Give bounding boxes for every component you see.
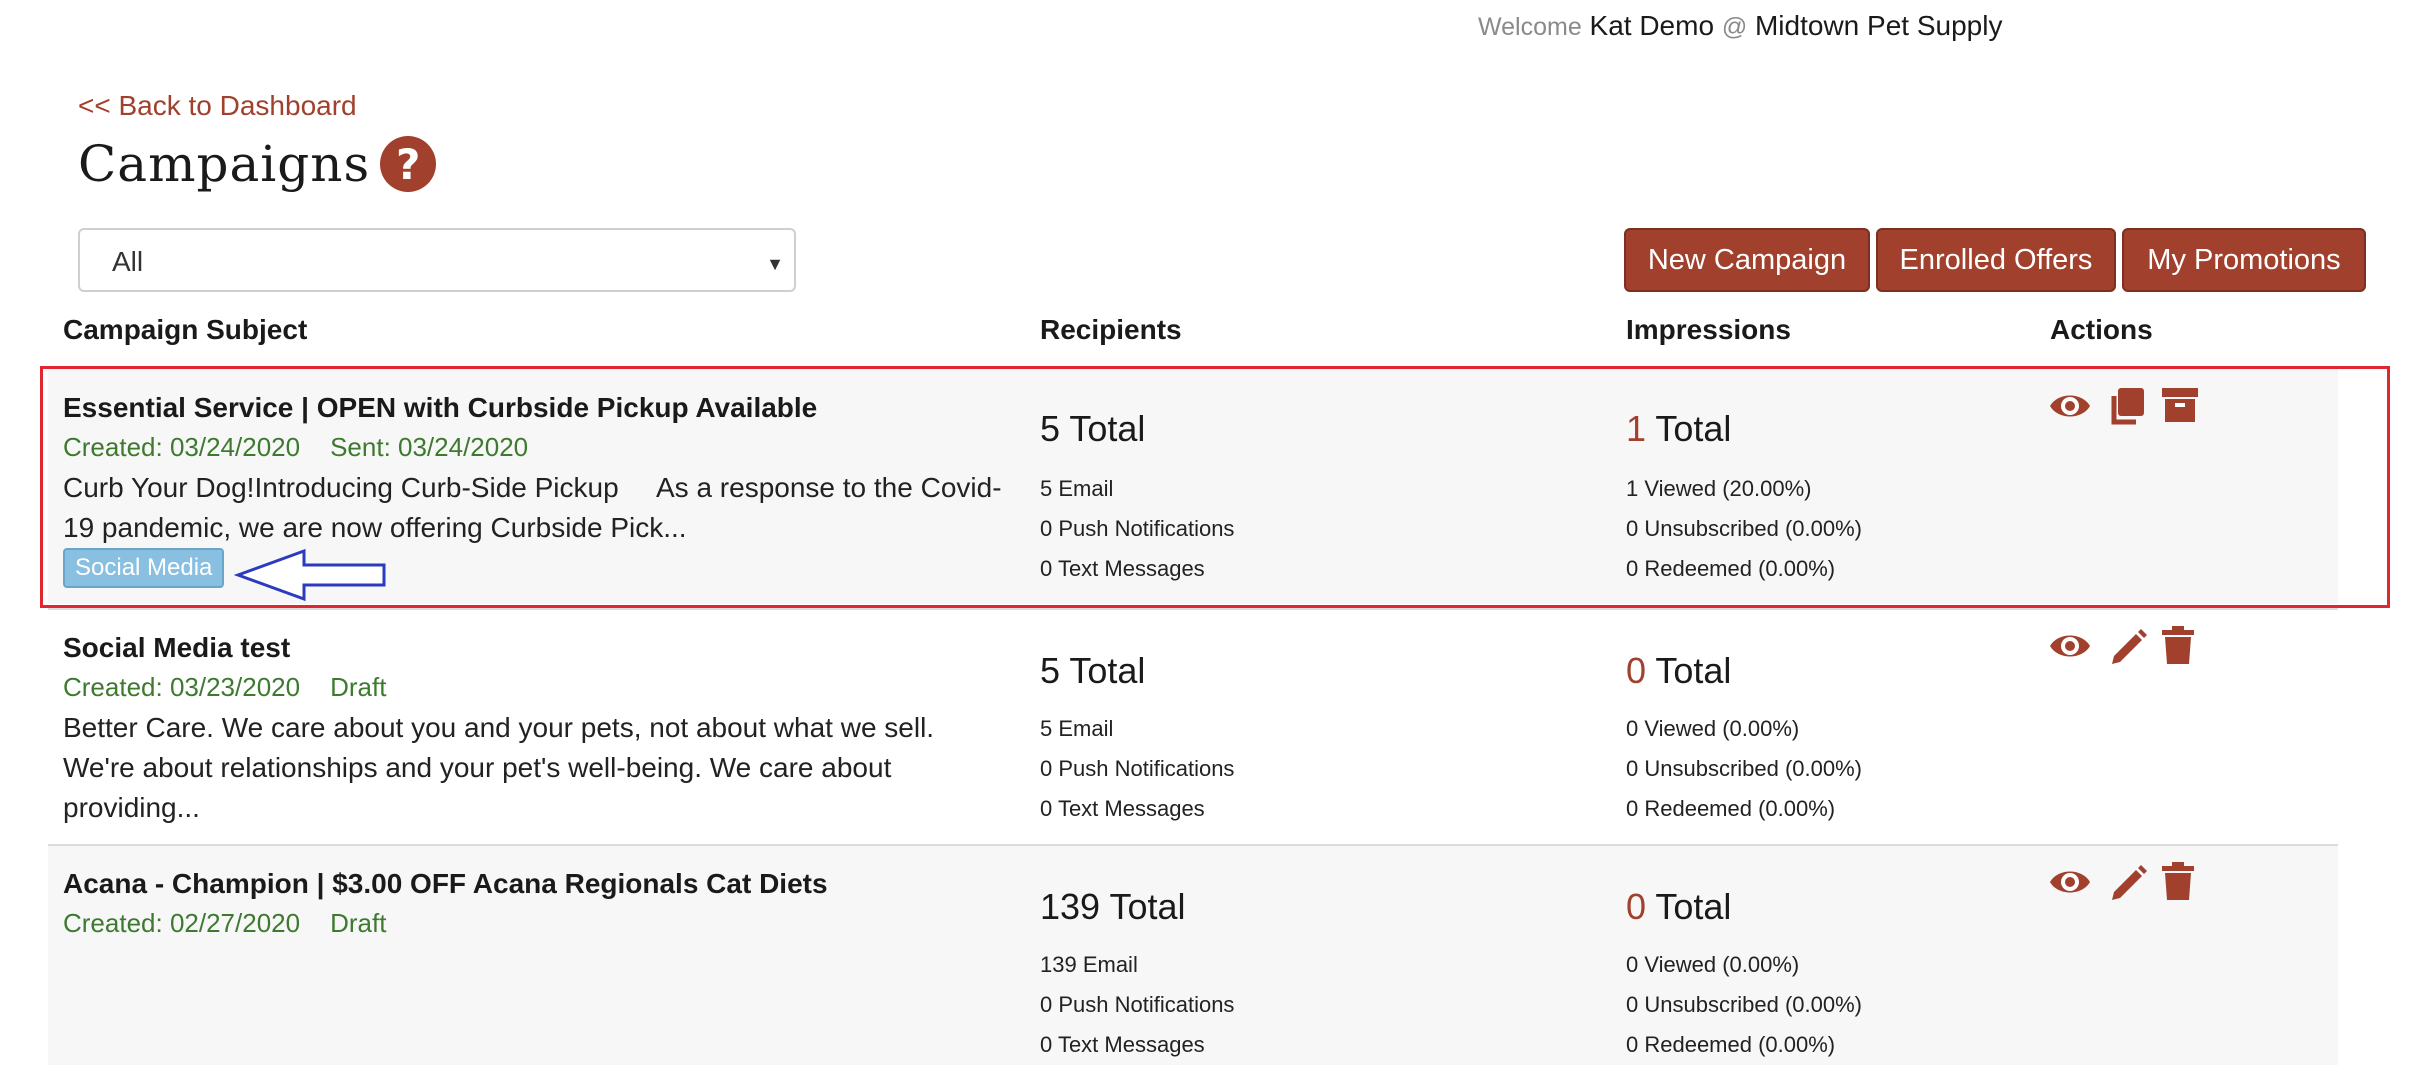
campaign-filter-select[interactable]: All ▼ (78, 228, 796, 292)
text-count: 0 Text Messages (1040, 1032, 1205, 1057)
title-row: Campaigns ? (78, 135, 437, 193)
status-draft: Draft (330, 908, 387, 938)
unsubscribed-count: 0 Unsubscribed (0.00%) (1626, 756, 1863, 781)
redeemed-count: 0 Redeemed (0.00%) (1626, 1032, 1836, 1057)
trash-icon[interactable] (2160, 626, 2196, 666)
recipients-total-number: 5 (1040, 650, 1061, 691)
welcome-label: Welcome (1478, 13, 1582, 41)
highlight-box (40, 366, 2390, 608)
impressions-total-number: 0 (1626, 650, 1647, 691)
impressions-total-label: Total (1655, 886, 1732, 927)
my-promotions-button[interactable]: My Promotions (2122, 228, 2366, 292)
impressions-total: 0 Total (1626, 650, 1731, 692)
column-header-recipients[interactable]: Recipients (1040, 314, 1182, 346)
page-title: Campaigns (78, 135, 371, 193)
table-row[interactable]: Acana - Champion | $3.00 OFF Acana Regio… (48, 844, 2338, 1065)
new-campaign-button[interactable]: New Campaign (1624, 228, 1870, 292)
campaign-subject[interactable]: Social Media test (63, 632, 290, 664)
impressions-total-number: 0 (1626, 886, 1647, 927)
eye-icon[interactable] (2048, 866, 2092, 898)
table-row[interactable]: Social Media test Created: 03/23/2020 Dra… (48, 608, 2338, 844)
eye-icon[interactable] (2048, 630, 2092, 662)
created-date: Created: 03/23/2020 (63, 672, 301, 702)
column-header-subject[interactable]: Campaign Subject (63, 314, 307, 346)
welcome-bar: Welcome Kat Demo @ Midtown Pet Supply (1478, 10, 2002, 42)
viewed-count: 0 Viewed (0.00%) (1626, 952, 1800, 977)
store-name: Midtown Pet Supply (1754, 10, 2003, 41)
campaign-subject[interactable]: Acana - Champion | $3.00 OFF Acana Regio… (63, 868, 828, 900)
help-icon[interactable]: ? (380, 136, 437, 192)
recipients-total-number: 139 (1040, 886, 1101, 927)
chevron-down-icon: ▼ (766, 254, 784, 274)
impressions-total-label: Total (1655, 650, 1732, 691)
preview-line: We're about relationships and your pet's… (63, 752, 892, 783)
recipients-total-label: Total (1109, 886, 1186, 927)
trash-icon[interactable] (2160, 862, 2196, 902)
impressions-total: 0 Total (1626, 886, 1731, 928)
campaign-meta: Created: 03/23/2020 Draft (63, 672, 386, 703)
redeemed-count: 0 Redeemed (0.00%) (1626, 796, 1836, 821)
text-count: 0 Text Messages (1040, 796, 1205, 821)
status-draft: Draft (330, 672, 387, 702)
column-header-actions: Actions (2050, 314, 2153, 345)
at-sign: @ (1721, 13, 1748, 41)
recipients-total: 5 Total (1040, 650, 1145, 692)
pencil-icon[interactable] (2108, 626, 2148, 666)
column-header-impressions[interactable]: Impressions (1626, 314, 1791, 346)
unsubscribed-count: 0 Unsubscribed (0.00%) (1626, 992, 1863, 1017)
preview-line: Better Care. We care about you and your … (63, 712, 935, 743)
viewed-count: 0 Viewed (0.00%) (1626, 716, 1800, 741)
push-count: 0 Push Notifications (1040, 756, 1235, 781)
arrow-left-icon (234, 548, 386, 602)
created-date: Created: 02/27/2020 (63, 908, 301, 938)
recipients-total: 139 Total (1040, 886, 1185, 928)
push-count: 0 Push Notifications (1040, 992, 1235, 1017)
filter-selected-value: All (112, 246, 144, 277)
pencil-icon[interactable] (2108, 862, 2148, 902)
recipients-total-label: Total (1069, 650, 1146, 691)
email-count: 139 Email (1040, 952, 1138, 977)
user-name: Kat Demo (1589, 10, 1715, 41)
preview-line: providing... (63, 792, 200, 823)
back-to-dashboard-link[interactable]: << Back to Dashboard (78, 90, 357, 122)
campaign-preview: Better Care. We care about you and your … (63, 708, 1063, 828)
campaign-meta: Created: 02/27/2020 Draft (63, 908, 386, 939)
enrolled-offers-button[interactable]: Enrolled Offers (1876, 228, 2116, 292)
email-count: 5 Email (1040, 716, 1114, 741)
